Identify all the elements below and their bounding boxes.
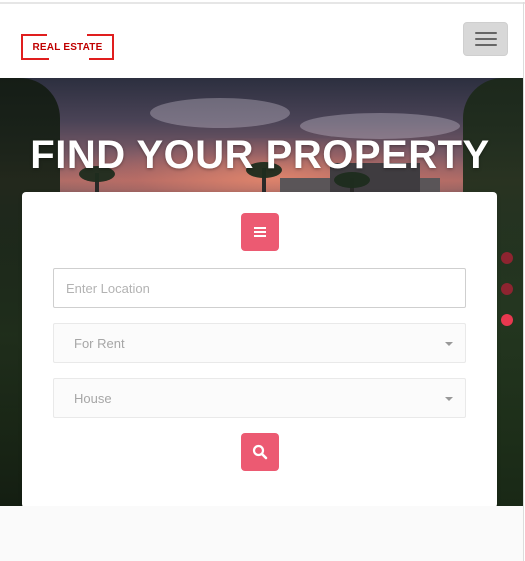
listing-type-value: For Rent (74, 335, 125, 351)
site-logo[interactable]: REAL ESTATE (21, 33, 114, 61)
slider-dot-1[interactable] (501, 252, 513, 264)
page-section-below-hero (0, 506, 523, 561)
cloud-shape (150, 98, 290, 128)
hamburger-icon-bar (474, 32, 497, 34)
slider-pagination (501, 252, 513, 332)
page: REAL ESTATE FIND YOUR PROPERTY Enter Loc… (0, 0, 525, 561)
hamburger-icon-bar (474, 38, 497, 40)
search-icon (252, 444, 268, 460)
logo-text: REAL ESTATE (32, 41, 103, 53)
menu-list-button[interactable] (241, 213, 279, 251)
hero-title: FIND YOUR PROPERTY (30, 133, 490, 177)
navbar-toggle-button[interactable] (463, 22, 508, 56)
slider-dot-3[interactable] (501, 314, 513, 326)
property-type-value: House (74, 390, 112, 406)
listing-type-select[interactable]: For Rent (53, 323, 466, 363)
list-icon (254, 227, 266, 237)
right-border (523, 2, 524, 561)
property-type-select[interactable]: House (53, 378, 466, 418)
chevron-down-icon (445, 397, 453, 401)
search-form-card: For Rent House (22, 192, 497, 508)
site-header: REAL ESTATE (0, 4, 523, 78)
location-input-wrapper (53, 268, 466, 308)
chevron-down-icon (445, 342, 453, 346)
location-input[interactable] (66, 269, 465, 307)
slider-dot-2[interactable] (501, 283, 513, 295)
hamburger-icon-bar (474, 44, 497, 46)
search-button[interactable] (241, 433, 279, 471)
